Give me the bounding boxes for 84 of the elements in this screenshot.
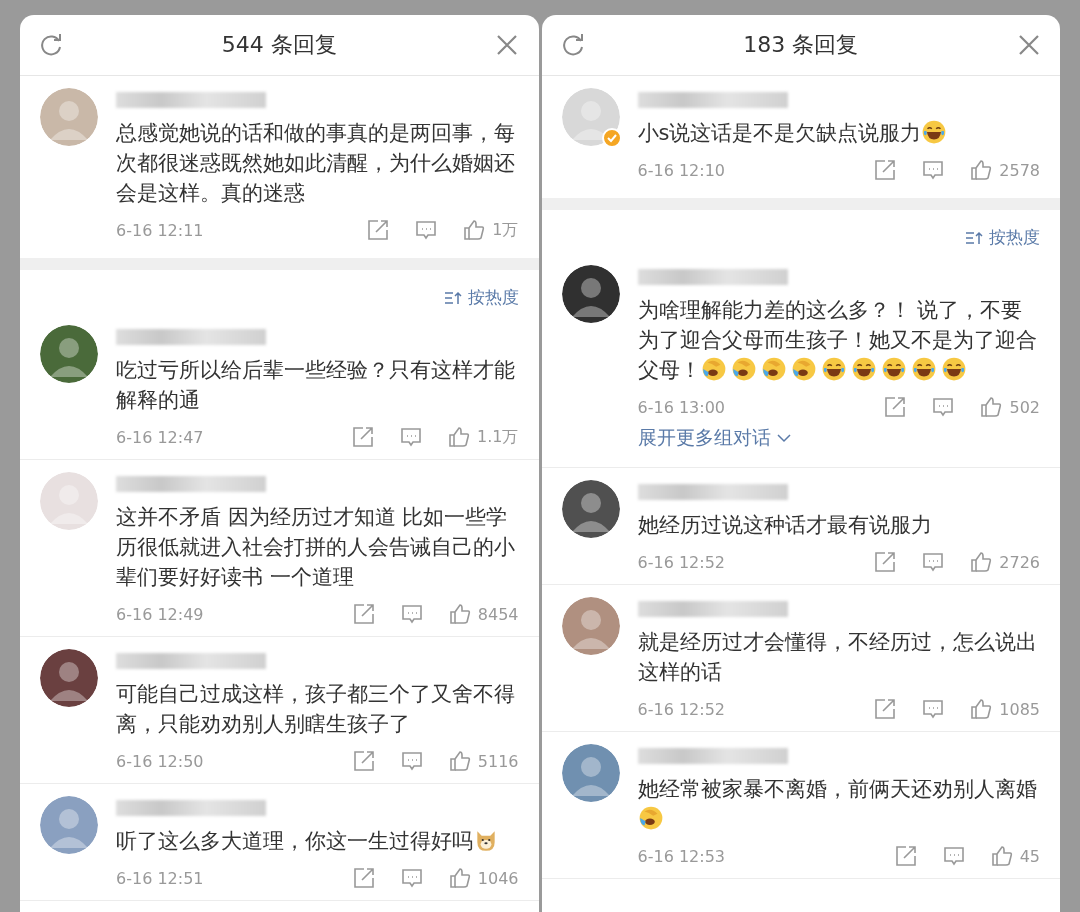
like-count: 2578 [999,160,1040,180]
comment-text: 就是经历过才会懂得，不经历过，怎么说出这样的话 [637,629,1038,686]
comment-text: 这并不矛盾 因为经历过才知道 比如一些学历很低就进入社会打拼的人会告诫自己的小辈们要好好读书 一个道理 [116,504,516,591]
comment-time: 6-16 12:50 [116,751,205,771]
comment-time: 6-16 12:47 [116,427,205,447]
thumbs-up-icon[interactable] [447,866,472,890]
comment-text: 吃过亏所以给后辈一些经验？只有这样才能解释的通 [116,357,516,414]
like-count: 502 [1009,397,1040,417]
thumbs-up-icon[interactable] [447,425,472,449]
comment-time: 6-16 12:52 [637,552,726,572]
like-count: 1085 [999,699,1040,719]
comment-text: 为啥理解能力差的这么多？！ 说了，不要为了迎合父母而生孩子！她又不是为了迎合父母！ [637,297,1038,384]
like-count: 2726 [999,552,1040,572]
like-count: 45 [1019,846,1040,866]
avatar[interactable] [40,325,98,383]
comment-time: 6-16 12:52 [637,699,726,719]
avatar[interactable] [561,480,620,538]
share-icon[interactable] [873,158,898,182]
thumbs-up-icon[interactable] [979,395,1004,419]
comment-icon[interactable] [931,395,956,419]
like-count: 1046 [477,868,519,888]
laughing-emoji-icon [850,356,877,382]
comment-text: 总感觉她说的话和做的事真的是两回事，每次都很迷惑既然她如此清醒，为什么婚姻还会是这样。真的迷惑 [116,120,516,207]
comment-time: 6-16 12:10 [637,160,726,180]
comment-time: 6-16 12:53 [637,846,726,866]
comment-icon[interactable] [414,218,439,242]
comment-text: 她经历过说这种话才最有说服力 [637,512,933,539]
like-count: 8454 [477,604,519,624]
laughing-emoji-icon [940,356,967,382]
thumbs-up-icon[interactable] [462,218,487,242]
share-icon[interactable] [873,550,898,574]
panel-title: 183 条回复 [743,31,859,59]
comment-icon[interactable] [399,602,424,626]
crying-emoji-icon [790,356,817,382]
thumbs-up-icon[interactable] [989,844,1014,868]
comment-time: 6-16 13:00 [637,397,726,417]
crying-emoji-icon [760,356,787,382]
comment-text: 她经常被家暴不离婚，前俩天还劝别人离婚 [637,774,1040,834]
chevron-down-icon [776,433,791,443]
thumbs-up-icon[interactable] [447,602,472,626]
laughing-emoji-icon [921,119,948,145]
comment-text: 小s说这话是不是欠缺点说服力 [637,118,1040,148]
thumbs-up-icon[interactable] [969,697,994,721]
share-icon[interactable] [873,697,898,721]
sort-by-popularity-button[interactable]: 按热度 [443,286,519,309]
avatar[interactable] [561,265,620,323]
crying-emoji-icon [700,356,727,382]
share-icon[interactable] [893,844,918,868]
crying-emoji-icon [730,356,757,382]
expand-conversation-link[interactable]: 展开更多组对话 [637,425,791,451]
sort-by-popularity-button[interactable]: 按热度 [965,226,1040,249]
like-count: 5116 [477,751,519,771]
laughing-emoji-icon [820,356,847,382]
share-icon[interactable] [351,602,376,626]
comment-icon[interactable] [399,425,424,449]
like-count: 1万 [492,219,519,241]
comment-icon[interactable] [399,749,424,773]
laughing-emoji-icon [910,356,937,382]
comment-icon[interactable] [399,866,424,890]
thumbs-up-icon[interactable] [447,749,472,773]
comment-time: 6-16 12:51 [116,868,205,888]
sort-icon [965,230,983,245]
comment-icon[interactable] [941,844,966,868]
comment-text: 可能自己过成这样，孩子都三个了又舍不得离，只能劝劝别人别瞎生孩子了 [116,681,516,738]
share-icon[interactable] [351,749,376,773]
share-icon[interactable] [351,425,376,449]
panel-title: 544 条回复 [221,31,337,59]
refresh-icon[interactable] [38,32,64,58]
crying-emoji-icon [637,805,664,831]
comment-time: 6-16 12:11 [116,220,205,240]
comment-icon[interactable] [921,158,946,182]
comment-icon[interactable] [921,550,946,574]
laughing-emoji-icon [880,356,907,382]
share-icon[interactable] [351,866,376,890]
share-icon[interactable] [366,218,391,242]
like-count: 1.1万 [477,426,519,448]
thumbs-up-icon[interactable] [969,550,994,574]
comment-time: 6-16 12:49 [116,604,205,624]
thumbs-up-icon[interactable] [969,158,994,182]
share-icon[interactable] [883,395,908,419]
comment-icon[interactable] [921,697,946,721]
avatar[interactable] [40,649,98,707]
comment-text: 听了这么多大道理，你这一生过得好吗 [116,826,519,856]
sort-icon [443,290,462,305]
